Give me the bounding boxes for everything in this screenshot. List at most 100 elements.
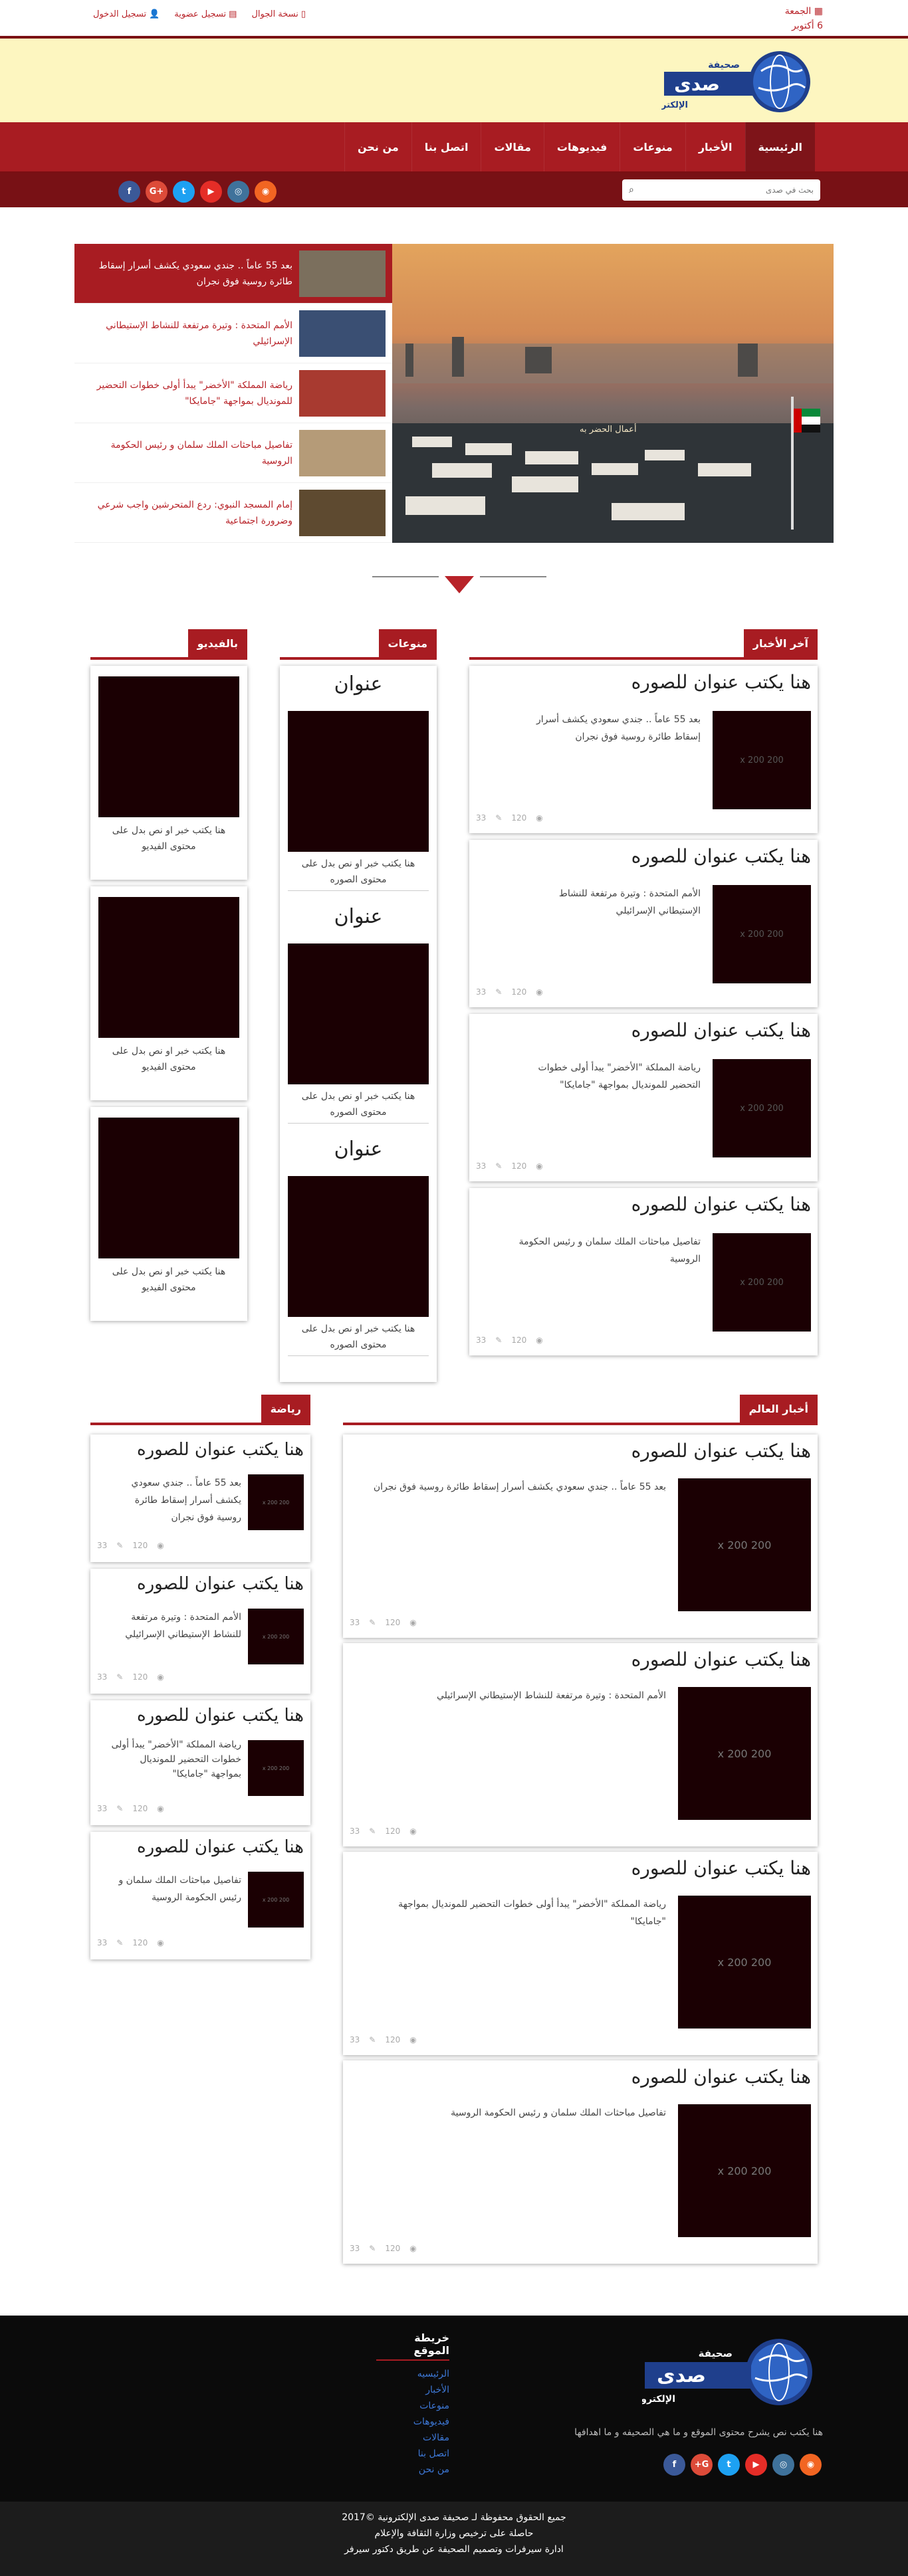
sports-card[interactable]: هنا يكتب عنوان للصوره 200 x 200 الأمم ال…	[90, 1569, 310, 1694]
views-count: 120	[385, 2244, 401, 2253]
latest-news-tab[interactable]: آخر الأخبار	[743, 629, 818, 657]
news-card-meta: 33 ✎ 120 ◉	[476, 1161, 808, 1171]
slider-main-image[interactable]: أعمال الحضر به	[392, 244, 834, 543]
footer-logo[interactable]: صحيفة صدى الإلكترونية	[642, 2335, 816, 2409]
eye-icon: ◉	[157, 1804, 164, 1813]
instagram-icon[interactable]: ◎	[772, 2454, 794, 2476]
search-input[interactable]	[639, 185, 814, 195]
world-card-image: 200 x 200	[678, 1896, 811, 2029]
comment-icon: ✎	[116, 1541, 124, 1550]
sitemap-link[interactable]: الأخبار	[376, 2382, 449, 2398]
news-card-meta: 33 ✎ 120 ◉	[476, 1336, 808, 1345]
marina-photo	[392, 337, 834, 543]
nav-about[interactable]: من نحن	[344, 122, 411, 171]
comment-icon: ✎	[369, 2035, 376, 2044]
nav-videos[interactable]: فيديوهات	[543, 122, 620, 171]
logo-line2: صدى	[674, 73, 720, 95]
eye-icon: ◉	[409, 1618, 417, 1627]
nav-contact[interactable]: اتصل بنا	[411, 122, 481, 171]
img-label: 200 x 200	[262, 1499, 290, 1506]
twitter-icon[interactable]: t	[173, 181, 195, 203]
google-plus-icon[interactable]: G+	[146, 181, 168, 203]
views-count: 120	[132, 1938, 148, 1947]
world-card-image: 200 x 200	[678, 1478, 811, 1611]
misc-header: منوعات	[280, 629, 437, 660]
mobile-version-link[interactable]: ▯ نسخة الجوال	[251, 9, 306, 19]
footer-social: ◉ ◎ ▶ t G+ f	[663, 2454, 822, 2476]
world-card[interactable]: هنا يكتب عنوان للصوره 200 x 200 رياضة ال…	[343, 1852, 818, 2055]
sitemap-link[interactable]: مقالات	[376, 2430, 449, 2446]
register-link[interactable]: ▤ تسجيل عضوية	[174, 9, 237, 19]
slider-item[interactable]: إمام المسجد النبوي: ردع المتحرشين واجب ش…	[74, 483, 392, 543]
sports-card-image: 200 x 200	[248, 1872, 304, 1928]
sitemap-link[interactable]: من نحن	[376, 2462, 449, 2478]
section-divider	[372, 573, 546, 593]
sitemap-link[interactable]: منوعات	[376, 2398, 449, 2414]
sports-card[interactable]: هنا يكتب عنوان للصوره 200 x 200 بعد 55 ع…	[90, 1435, 310, 1562]
sports-card-desc: بعد 55 عاماً .. جندي سعودي يكشف أسرار إس…	[131, 1478, 241, 1523]
world-card[interactable]: هنا يكتب عنوان للصوره 200 x 200 بعد 55 ع…	[343, 1435, 818, 1638]
video-caption: هنا يكتب خبر او نص بدل على محتوى الفيديو	[112, 1046, 226, 1072]
sports-header: رياضة	[90, 1395, 310, 1425]
news-card-image: 200 x 200	[713, 1059, 811, 1157]
sitemap-link[interactable]: الرئيسيه	[376, 2366, 449, 2382]
slider-item[interactable]: تفاصيل مباحثات الملك سلمان و رئيس الحكوم…	[74, 423, 392, 483]
misc-item-heading: عنوان	[334, 1138, 383, 1161]
misc-item-caption: هنا يكتب خبر او نص بدل على محتوى الصوره	[301, 858, 415, 885]
world-news-tab[interactable]: أخبار العالم	[739, 1395, 818, 1423]
youtube-icon[interactable]: ▶	[200, 181, 222, 203]
slider-item[interactable]: الأمم المتحدة : وتيرة مرتفعة للنشاط الإس…	[74, 304, 392, 363]
sitemap-link[interactable]: اتصل بنا	[376, 2446, 449, 2462]
news-card[interactable]: هنا يكتب عنوان للصوره 200 x 200 الأمم ال…	[469, 840, 818, 1007]
slider-thumb	[299, 489, 386, 536]
world-card[interactable]: هنا يكتب عنوان للصوره 200 x 200 الأمم ال…	[343, 1643, 818, 1846]
world-card-meta: 33 ✎ 120 ◉	[350, 2035, 417, 2044]
sports-card[interactable]: هنا يكتب عنوان للصوره 200 x 200 رياضة ال…	[90, 1700, 310, 1825]
misc-item-caption: هنا يكتب خبر او نص بدل على محتوى الصوره	[301, 1324, 415, 1350]
nav-misc[interactable]: منوعات	[620, 122, 685, 171]
credits-text[interactable]: ادارة سيرفرات وتصميم الصحيفة عن طريق دكت…	[0, 2541, 908, 2557]
user-icon: 👤	[149, 9, 160, 19]
views-count: 120	[385, 2035, 401, 2044]
slider-item[interactable]: بعد 55 عاماً .. جندي سعودي يكشف أسرار إس…	[74, 244, 392, 304]
mobile-label: نسخة الجوال	[251, 9, 298, 19]
nav-home[interactable]: الرئيسية	[744, 122, 815, 171]
slider-item[interactable]: رياضة المملكة "الأخضر" يبدأ أولى خطوات ا…	[74, 363, 392, 423]
video-card[interactable]: هنا يكتب خبر او نص بدل على محتوى الفيديو	[90, 1107, 247, 1321]
comments-count: 33	[350, 2244, 360, 2253]
instagram-icon[interactable]: ◎	[227, 181, 249, 203]
sports-card-meta: 33 ✎ 120 ◉	[97, 1672, 164, 1682]
comments-count: 33	[476, 987, 487, 997]
login-link[interactable]: 👤 تسجيل الدخول	[93, 9, 160, 19]
license-text: حاصلة على ترخيص وزارة الثقافة والإعلام	[374, 2528, 534, 2539]
news-card[interactable]: هنا يكتب عنوان للصوره 200 x 200 تفاصيل م…	[469, 1188, 818, 1355]
rss-icon[interactable]: ◉	[800, 2454, 822, 2476]
facebook-icon[interactable]: f	[118, 181, 140, 203]
rss-icon[interactable]: ◉	[255, 181, 277, 203]
nav-news[interactable]: الأخبار	[685, 122, 745, 171]
footer: خريطة الموقع الرئيسيه الأخبار منوعات فيد…	[0, 2316, 908, 2502]
sports-card-meta: 33 ✎ 120 ◉	[97, 1541, 164, 1550]
video-card[interactable]: هنا يكتب خبر او نص بدل على محتوى الفيديو	[90, 666, 247, 880]
nav-articles[interactable]: مقالات	[481, 122, 543, 171]
world-card[interactable]: هنا يكتب عنوان للصوره 200 x 200 تفاصيل م…	[343, 2060, 818, 2264]
google-plus-icon[interactable]: G+	[691, 2454, 713, 2476]
news-card[interactable]: هنا يكتب عنوان للصوره 200 x 200 رياضة ال…	[469, 1014, 818, 1181]
misc-tab[interactable]: منوعات	[378, 629, 437, 657]
site-logo[interactable]: صحيفة صدى الإلكترونية	[661, 48, 813, 116]
news-card[interactable]: هنا يكتب عنوان للصوره 200 x 200 بعد 55 ع…	[469, 666, 818, 833]
video-card[interactable]: هنا يكتب خبر او نص بدل على محتوى الفيديو	[90, 886, 247, 1100]
youtube-icon[interactable]: ▶	[745, 2454, 767, 2476]
facebook-icon[interactable]: f	[663, 2454, 685, 2476]
twitter-icon[interactable]: t	[718, 2454, 740, 2476]
video-tab[interactable]: بالفيديو	[187, 629, 247, 657]
video-caption: هنا يكتب خبر او نص بدل على محتوى الفيديو	[112, 1266, 226, 1293]
sports-tab[interactable]: رياضة	[261, 1395, 310, 1423]
sitemap-link[interactable]: فيديوهات	[376, 2414, 449, 2430]
world-card-title: هنا يكتب عنوان للصوره	[631, 2066, 811, 2088]
search-icon[interactable]: ⌕	[629, 185, 634, 195]
sports-card[interactable]: هنا يكتب عنوان للصوره 200 x 200 تفاصيل م…	[90, 1832, 310, 1959]
footer-logo-line1: صحيفة	[699, 2347, 733, 2359]
img-label: 200 x 200	[740, 755, 784, 765]
slider-item-title: بعد 55 عاماً .. جندي سعودي يكشف أسرار إس…	[98, 260, 292, 287]
